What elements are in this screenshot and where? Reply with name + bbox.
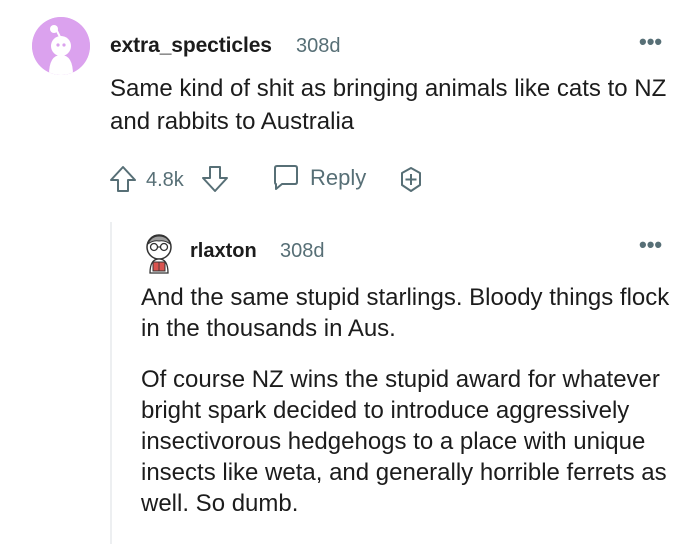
username[interactable]: extra_specticles <box>110 34 272 58</box>
reply-paragraph: Of course NZ wins the stupid award for w… <box>141 366 667 517</box>
comment-body: Same kind of shit as bringing animals li… <box>110 75 667 135</box>
reply-avatar[interactable] <box>141 234 177 274</box>
reply-button[interactable]: Reply <box>270 162 366 194</box>
vote-score: 4.8k <box>146 169 184 191</box>
upvote-arrow-icon <box>110 166 136 192</box>
comment-action-bar: 4.8k Reply <box>108 162 438 198</box>
reply-label: Reply <box>310 165 367 190</box>
speech-bubble-icon <box>274 165 298 190</box>
comment-age: 308d <box>296 35 341 57</box>
downvote-arrow-icon <box>202 166 228 192</box>
downvote-button[interactable] <box>200 164 230 194</box>
more-options-icon[interactable]: ••• <box>639 234 662 256</box>
award-plus-icon <box>401 167 421 192</box>
snoo-avatar-icon <box>32 17 90 75</box>
comment-thread: extra_specticles 308d ••• Same kind of s… <box>0 0 700 544</box>
award-button[interactable] <box>396 165 426 195</box>
avatar[interactable] <box>32 17 90 75</box>
reply-username[interactable]: rlaxton <box>190 240 257 263</box>
reply-body: And the same stupid starlings. Bloody th… <box>141 282 691 539</box>
more-options-icon[interactable]: ••• <box>639 31 662 53</box>
thread-line[interactable] <box>110 222 112 544</box>
reply-age: 308d <box>280 240 325 262</box>
upvote-button[interactable] <box>108 164 138 194</box>
snoo-avatar-icon <box>146 234 172 274</box>
reply-paragraph: And the same stupid starlings. Bloody th… <box>141 284 670 342</box>
